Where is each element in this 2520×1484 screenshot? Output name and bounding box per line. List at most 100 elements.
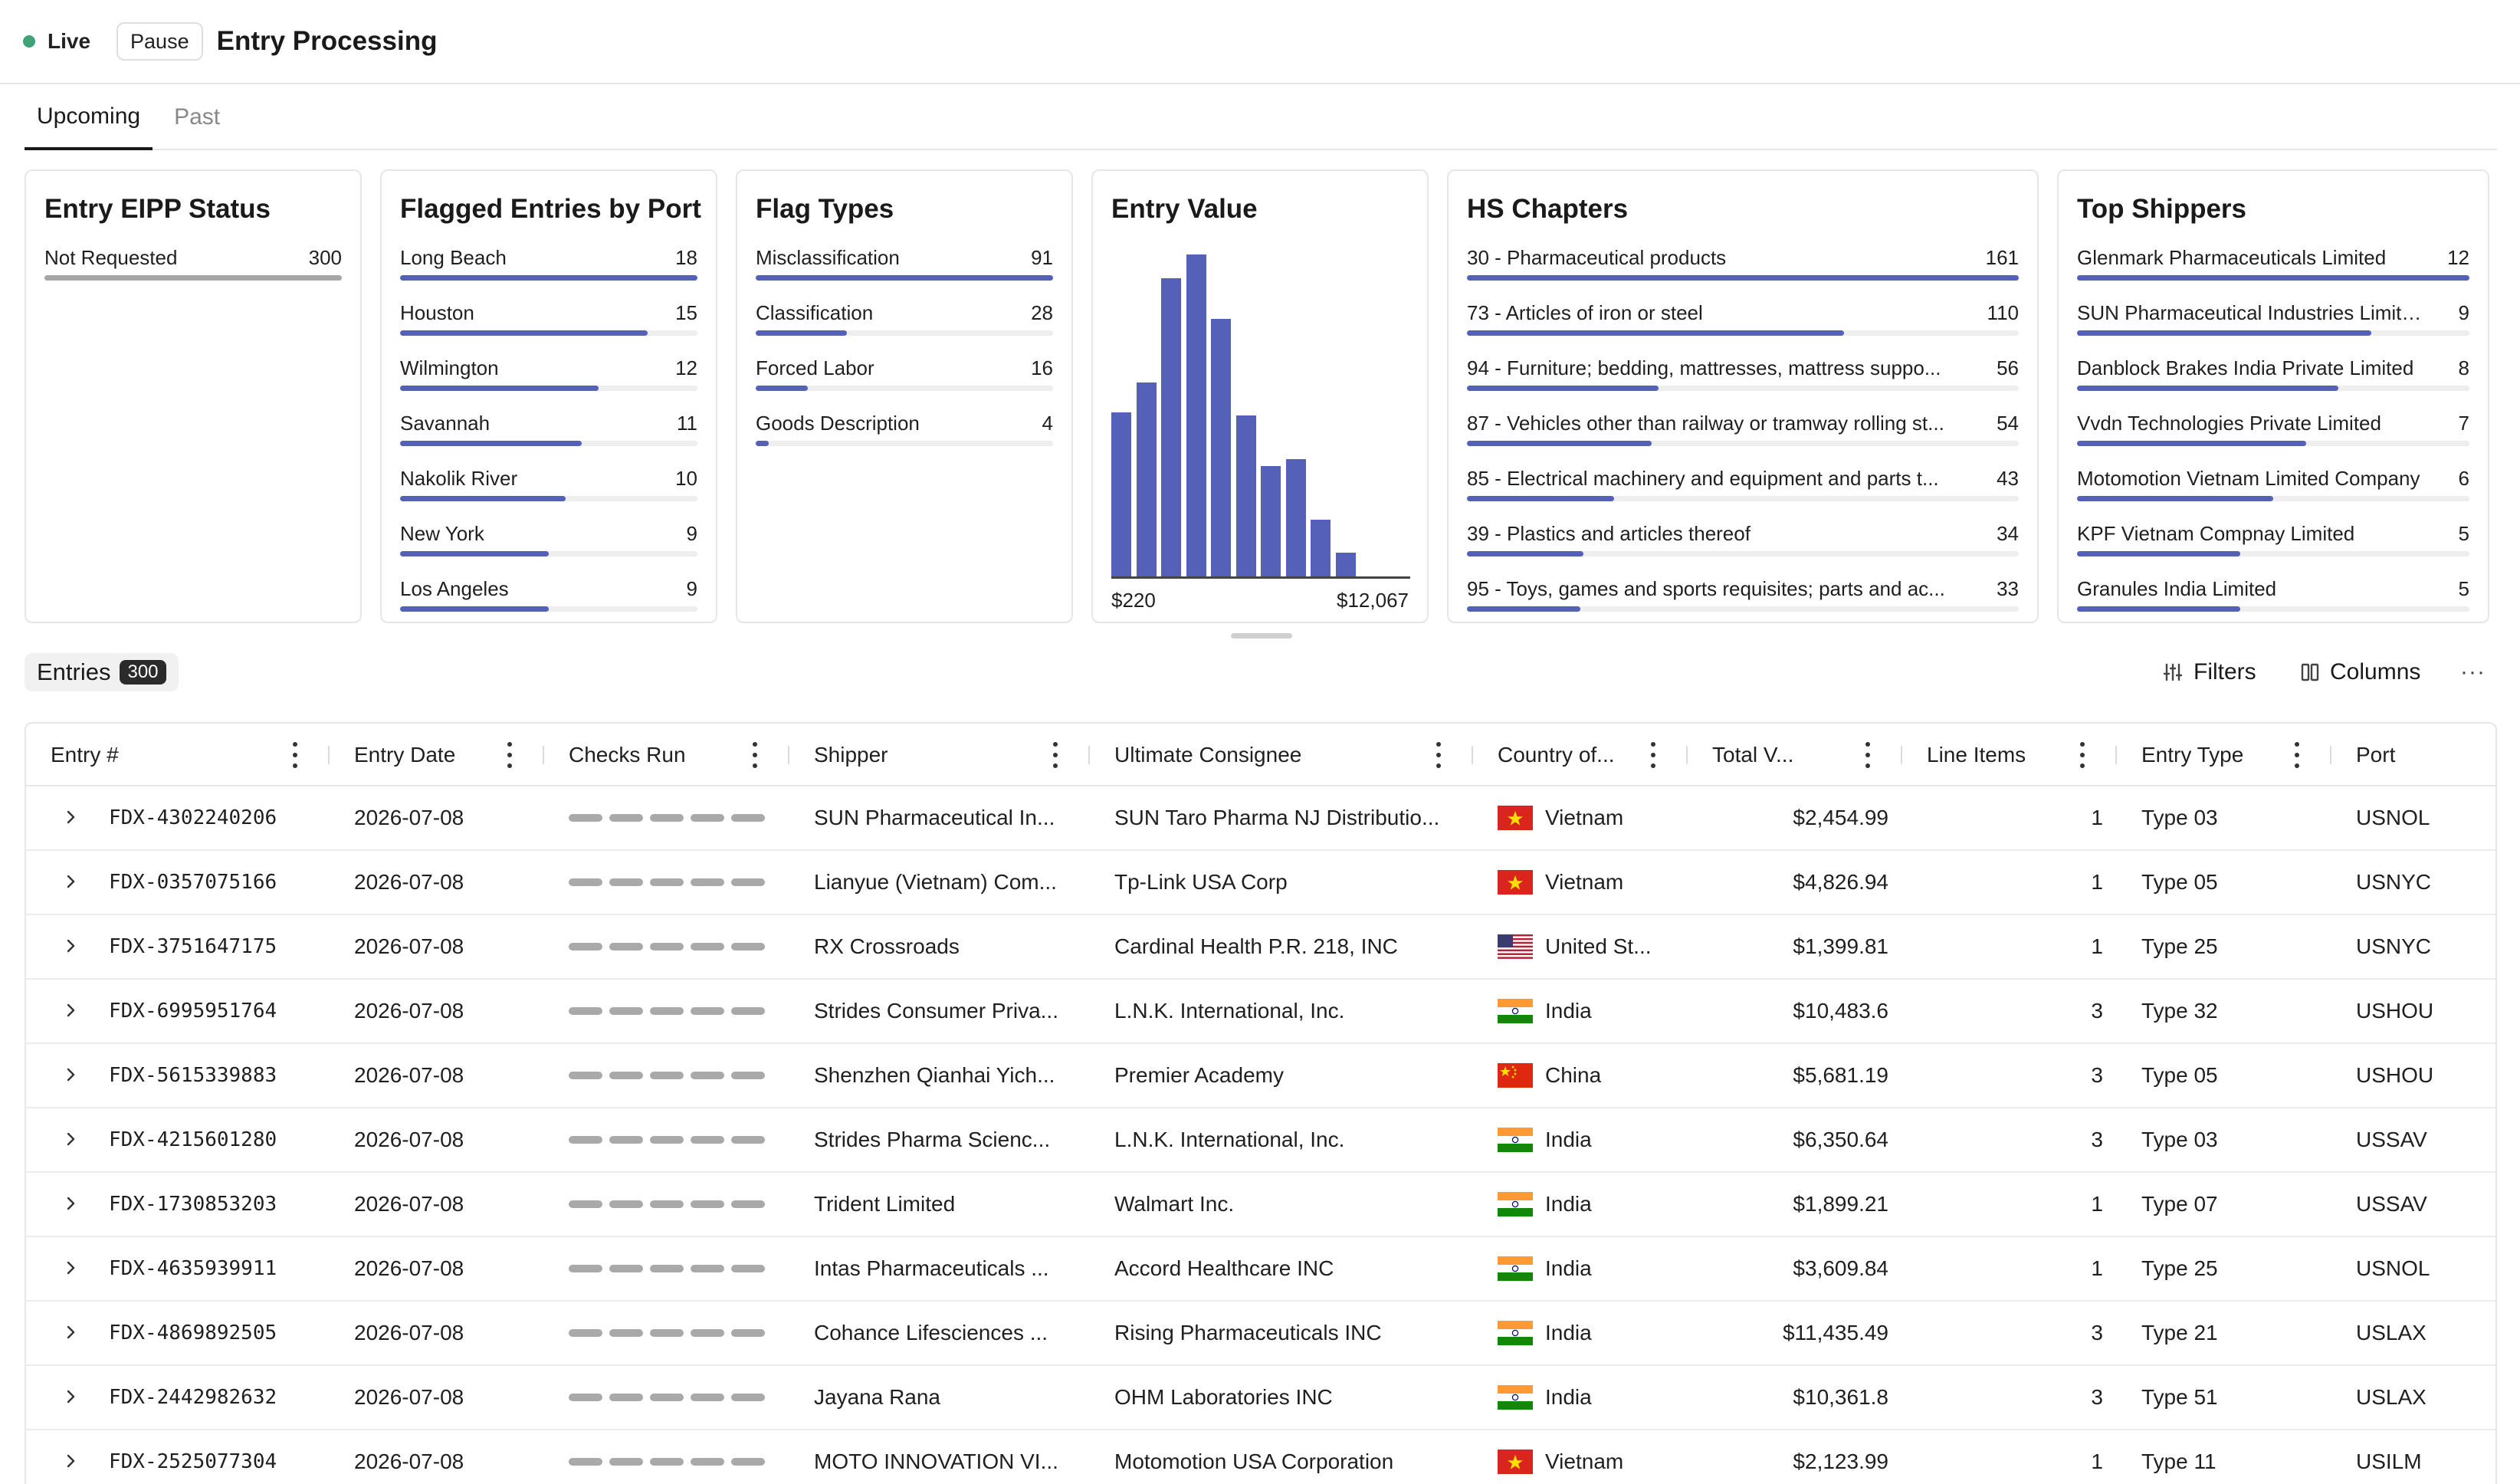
bar-row[interactable]: Glenmark Pharmaceuticals Limited 12 (2077, 246, 2469, 301)
bar-row[interactable]: New York 9 (400, 522, 697, 577)
bar-row[interactable]: Wilmington 12 (400, 356, 697, 412)
bar-fill (2077, 441, 2306, 446)
resize-handle[interactable] (1231, 633, 1292, 639)
bar-row[interactable]: 94 - Furniture; bedding, mattresses, mat… (1467, 356, 2019, 412)
bar-row[interactable]: SUN Pharmaceutical Industries Limited 9 (2077, 301, 2469, 356)
column-menu-icon[interactable] (1649, 742, 1657, 768)
tab-past[interactable]: Past (162, 86, 232, 149)
bar-row[interactable]: Not Requested 300 (44, 246, 342, 301)
column-menu-icon[interactable] (1435, 742, 1442, 768)
histogram-bar[interactable] (1161, 278, 1181, 576)
bar-row[interactable]: Granules India Limited 5 (2077, 577, 2469, 632)
histogram-bar[interactable] (1136, 382, 1157, 576)
bar-row[interactable]: Long Beach 18 (400, 246, 697, 301)
cell-ultimate-consignee: Accord Healthcare INC (1114, 1256, 1334, 1280)
table-row[interactable]: FDX-4635939911 2026-07-08 Intas Pharmaceut… (26, 1237, 2495, 1302)
bar-row[interactable]: Forced Labor 16 (756, 356, 1053, 412)
column-menu-icon[interactable] (506, 742, 514, 768)
column-resize-handle[interactable] (1472, 746, 1473, 764)
histogram-bar[interactable] (1235, 415, 1256, 576)
bar-row[interactable]: Motomotion Vietnam Limited Company 6 (2077, 467, 2469, 522)
chevron-right-icon[interactable] (61, 1452, 80, 1470)
checks-progress (569, 1072, 765, 1079)
chevron-right-icon[interactable] (61, 1130, 80, 1148)
col-entry-date-header[interactable]: Entry Date (354, 724, 455, 786)
bar-row[interactable]: Vvdn Technologies Private Limited 7 (2077, 412, 2469, 467)
column-menu-icon[interactable] (291, 742, 299, 768)
col-line-items-header[interactable]: Line Items (1927, 724, 2026, 786)
bar-row[interactable]: KPF Vietnam Compnay Limited 5 (2077, 522, 2469, 577)
checks-progress (569, 943, 765, 950)
column-resize-handle[interactable] (2330, 746, 2331, 764)
filters-button[interactable]: Filters (2163, 653, 2256, 691)
chevron-right-icon[interactable] (61, 1194, 80, 1213)
columns-button[interactable]: Columns (2301, 653, 2420, 691)
col-total-value-header[interactable]: Total V... (1712, 724, 1793, 786)
bar-row[interactable]: Nakolik River 10 (400, 467, 697, 522)
table-row[interactable]: FDX-5615339883 2026-07-08 Shenzhen Qianhai… (26, 1044, 2495, 1108)
column-resize-handle[interactable] (1901, 746, 1902, 764)
country-name: United St... (1545, 934, 1652, 958)
bar-row[interactable]: Classification 28 (756, 301, 1053, 356)
chevron-right-icon[interactable] (61, 872, 80, 891)
chevron-right-icon[interactable] (61, 1387, 80, 1406)
bar-row[interactable]: Houston 15 (400, 301, 697, 356)
bar-row[interactable]: 39 - Plastics and articles thereof 34 (1467, 522, 2019, 577)
bar-row[interactable]: Danblock Brakes India Private Limited 8 (2077, 356, 2469, 412)
column-menu-icon[interactable] (2079, 742, 2086, 768)
table-row[interactable]: FDX-6995951764 2026-07-08 Strides Consumer… (26, 980, 2495, 1044)
column-menu-icon[interactable] (751, 742, 759, 768)
chevron-right-icon[interactable] (61, 1065, 80, 1084)
col-country-of-origin-header[interactable]: Country of... (1498, 724, 1615, 786)
histogram-bar[interactable] (1311, 519, 1331, 576)
bar-row[interactable]: Savannah 11 (400, 412, 697, 467)
col-shipper-header[interactable]: Shipper (814, 724, 888, 786)
bar-row[interactable]: Misclassification 91 (756, 246, 1053, 301)
table-row[interactable]: FDX-0357075166 2026-07-08 Lianyue (Vietnam… (26, 851, 2495, 915)
more-options-button[interactable]: ··· (2460, 653, 2486, 691)
histogram-bar[interactable] (1335, 553, 1356, 576)
histogram-bar[interactable] (1285, 459, 1306, 576)
column-resize-handle[interactable] (2115, 746, 2117, 764)
col-ultimate-consignee-header[interactable]: Ultimate Consignee (1114, 724, 1301, 786)
bar-row[interactable]: 30 - Pharmaceutical products 161 (1467, 246, 2019, 301)
bar-row[interactable]: 73 - Articles of iron or steel 110 (1467, 301, 2019, 356)
table-row[interactable]: FDX-2442982632 2026-07-08 Jayana Rana OHM L… (26, 1366, 2495, 1430)
bar-track (400, 386, 697, 391)
bar-row[interactable]: Goods Description 4 (756, 412, 1053, 467)
col-checks-run-header[interactable]: Checks Run (569, 724, 686, 786)
bar-row[interactable]: 85 - Electrical machinery and equipment … (1467, 467, 2019, 522)
column-resize-handle[interactable] (788, 746, 789, 764)
table-row[interactable]: FDX-1730853203 2026-07-08 Trident Limited W… (26, 1173, 2495, 1237)
card-title: HS Chapters (1467, 194, 1629, 224)
bar-row[interactable]: 95 - Toys, games and sports requisites; … (1467, 577, 2019, 632)
chevron-right-icon[interactable] (61, 808, 80, 826)
column-menu-icon[interactable] (1864, 742, 1872, 768)
histogram-bar[interactable] (1111, 412, 1131, 576)
chevron-right-icon[interactable] (61, 1323, 80, 1341)
chevron-right-icon[interactable] (61, 1001, 80, 1019)
column-resize-handle[interactable] (328, 746, 330, 764)
column-resize-handle[interactable] (1686, 746, 1688, 764)
tab-upcoming[interactable]: Upcoming (25, 86, 153, 150)
chevron-right-icon[interactable] (61, 937, 80, 955)
table-row[interactable]: FDX-2525077304 2026-07-08 MOTO INNOVATION … (26, 1430, 2495, 1484)
column-resize-handle[interactable] (1088, 746, 1090, 764)
bar-row[interactable]: Los Angeles 9 (400, 577, 697, 632)
chevron-right-icon[interactable] (61, 1259, 80, 1277)
column-menu-icon[interactable] (2293, 742, 2301, 768)
table-row[interactable]: FDX-3751647175 2026-07-08 RX Crossroads Car… (26, 915, 2495, 980)
col-entry-type-header[interactable]: Entry Type (2141, 724, 2243, 786)
col-port-header[interactable]: Port (2356, 724, 2395, 786)
table-row[interactable]: FDX-4215601280 2026-07-08 Strides Pharma S… (26, 1108, 2495, 1173)
table-row[interactable]: FDX-4302240206 2026-07-08 SUN Pharmaceutic… (26, 786, 2495, 851)
histogram-bar[interactable] (1186, 254, 1206, 576)
column-resize-handle[interactable] (543, 746, 544, 764)
bar-row[interactable]: 87 - Vehicles other than railway or tram… (1467, 412, 2019, 467)
column-menu-icon[interactable] (1052, 742, 1059, 768)
histogram-bar[interactable] (1261, 465, 1281, 576)
histogram-bar[interactable] (1211, 318, 1231, 576)
table-row[interactable]: FDX-4869892505 2026-07-08 Cohance Lifescie… (26, 1302, 2495, 1366)
col-entry-number-header[interactable]: Entry # (51, 724, 119, 786)
pause-button[interactable]: Pause (116, 22, 203, 61)
